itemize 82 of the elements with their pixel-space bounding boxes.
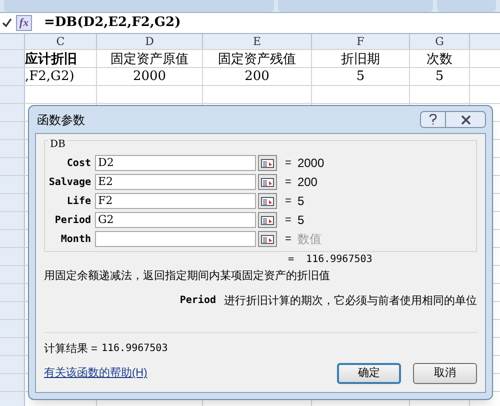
argument-result: 2000	[297, 155, 324, 172]
equals-sign: =	[285, 194, 292, 209]
ribbon-group-label	[437, 0, 496, 12]
table-cell: 5	[410, 68, 470, 85]
range-picker-button[interactable]	[258, 155, 277, 171]
table-cell: 5	[312, 68, 410, 85]
dialog-button[interactable]: 取消	[413, 363, 477, 384]
range-picker-icon	[261, 178, 274, 186]
table-cell: 应计折旧	[25, 50, 97, 67]
row-header[interactable]	[0, 122, 25, 139]
equals-sign: =	[285, 232, 292, 247]
column-header[interactable]: F	[312, 34, 410, 49]
row-header[interactable]	[0, 302, 25, 319]
table-cell: 2000	[97, 68, 203, 85]
column-header[interactable]: D	[97, 34, 203, 49]
argument-name: Period	[180, 294, 216, 308]
row-header[interactable]	[0, 338, 25, 355]
argument-label: Salvage	[48, 176, 91, 190]
argument-input[interactable]: G2	[95, 212, 256, 228]
argument-input[interactable]: F2	[95, 193, 256, 209]
result-value: 116.9967503	[101, 342, 168, 356]
equals-sign: =	[285, 174, 292, 190]
row-header[interactable]	[0, 392, 25, 406]
row-header[interactable]	[0, 284, 25, 301]
argument-result: 数值	[297, 231, 322, 248]
range-picker-icon	[261, 234, 274, 244]
row-header[interactable]	[0, 320, 25, 337]
insert-function-button[interactable]: fx	[16, 15, 32, 31]
help-button[interactable]	[420, 111, 446, 128]
column-header[interactable]: C	[25, 34, 97, 49]
row-header[interactable]	[0, 68, 25, 85]
row-header[interactable]	[0, 50, 25, 67]
close-button[interactable]	[446, 111, 486, 128]
equals-sign: =	[285, 212, 292, 228]
check-icon[interactable]	[2, 18, 12, 28]
table-cell: 固定资产原值	[97, 50, 203, 67]
row-header[interactable]	[0, 176, 25, 193]
row-header[interactable]	[0, 266, 25, 283]
close-icon	[460, 114, 470, 124]
help-link[interactable]: 有关该函数的帮助(H)	[44, 365, 148, 382]
formula-input[interactable]: =DB(D2,E2,F2,G2)	[44, 13, 181, 33]
row-header[interactable]	[0, 212, 25, 229]
help-icon	[429, 114, 437, 125]
range-picker-icon	[261, 196, 274, 206]
row-header[interactable]	[0, 248, 25, 265]
argument-description: 进行折旧计算的期次，它必须与前者使用相同的单位	[224, 294, 477, 308]
table-cell: 折旧期	[312, 50, 410, 67]
row-header[interactable]	[0, 140, 25, 157]
argument-input[interactable]: D2	[95, 155, 256, 171]
argument-input[interactable]: E2	[95, 174, 256, 190]
argument-result: 5	[297, 193, 304, 210]
table-cell: 次数	[410, 50, 470, 67]
range-picker-button[interactable]	[258, 231, 277, 247]
row-header[interactable]	[0, 158, 25, 175]
row-header[interactable]	[0, 194, 25, 211]
table-cell: ,F2,G2)	[25, 68, 97, 85]
range-picker-button[interactable]	[258, 212, 277, 228]
equals-sign: =	[285, 156, 292, 171]
formula-result: = 116.9967503	[288, 253, 372, 267]
argument-label: Cost	[66, 156, 91, 170]
argument-label: Life	[66, 194, 91, 208]
row-header[interactable]	[0, 104, 25, 121]
row-header[interactable]	[0, 374, 25, 391]
dialog-title: 函数参数	[37, 112, 85, 128]
range-picker-button[interactable]	[258, 193, 277, 209]
table-cell: 固定资产残值	[203, 50, 312, 67]
argument-label: Month	[60, 232, 91, 246]
table-cell: 200	[203, 68, 312, 85]
argument-result: 200	[297, 174, 318, 191]
dialog-button[interactable]: 确定	[337, 363, 401, 384]
range-picker-button[interactable]	[258, 174, 277, 190]
result-label: 计算结果 =	[44, 342, 98, 356]
row-header[interactable]	[0, 86, 25, 103]
function-description: 用固定余额递减法，返回指定期间内某项固定资产的折旧值	[44, 268, 331, 284]
row-header[interactable]	[0, 230, 25, 247]
range-picker-icon	[261, 158, 274, 168]
argument-label: Period	[54, 214, 91, 228]
range-picker-icon	[261, 216, 274, 224]
argument-input[interactable]	[95, 231, 256, 247]
row-header[interactable]	[0, 356, 25, 373]
argument-result: 5	[297, 212, 304, 229]
column-header[interactable]: E	[203, 34, 312, 49]
